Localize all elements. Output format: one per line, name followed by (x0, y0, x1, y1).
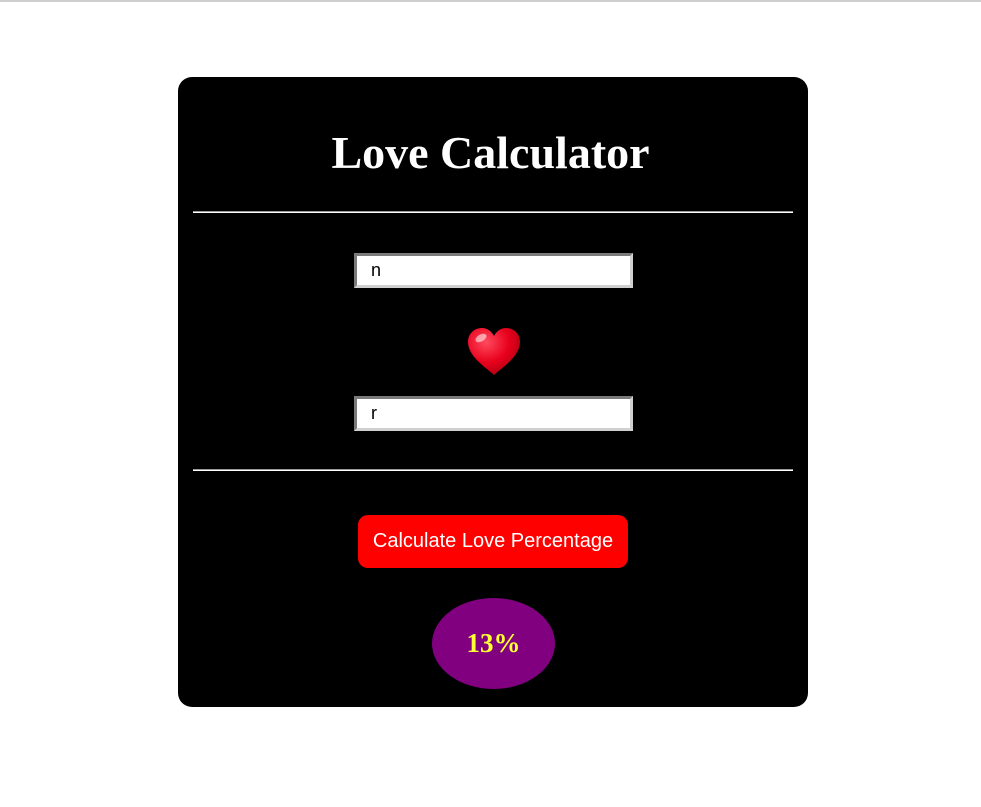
bottom-divider (193, 469, 793, 471)
heart-icon (468, 328, 520, 375)
first-name-input[interactable] (354, 253, 633, 288)
result-badge: 13% (432, 598, 555, 689)
page-title: Love Calculator (331, 127, 650, 178)
result-percentage: 13% (466, 628, 521, 658)
calculate-love-percentage-button[interactable]: Calculate Love Percentage (358, 515, 628, 568)
top-border (0, 0, 981, 2)
second-name-input[interactable] (354, 396, 633, 431)
top-divider (193, 211, 793, 213)
